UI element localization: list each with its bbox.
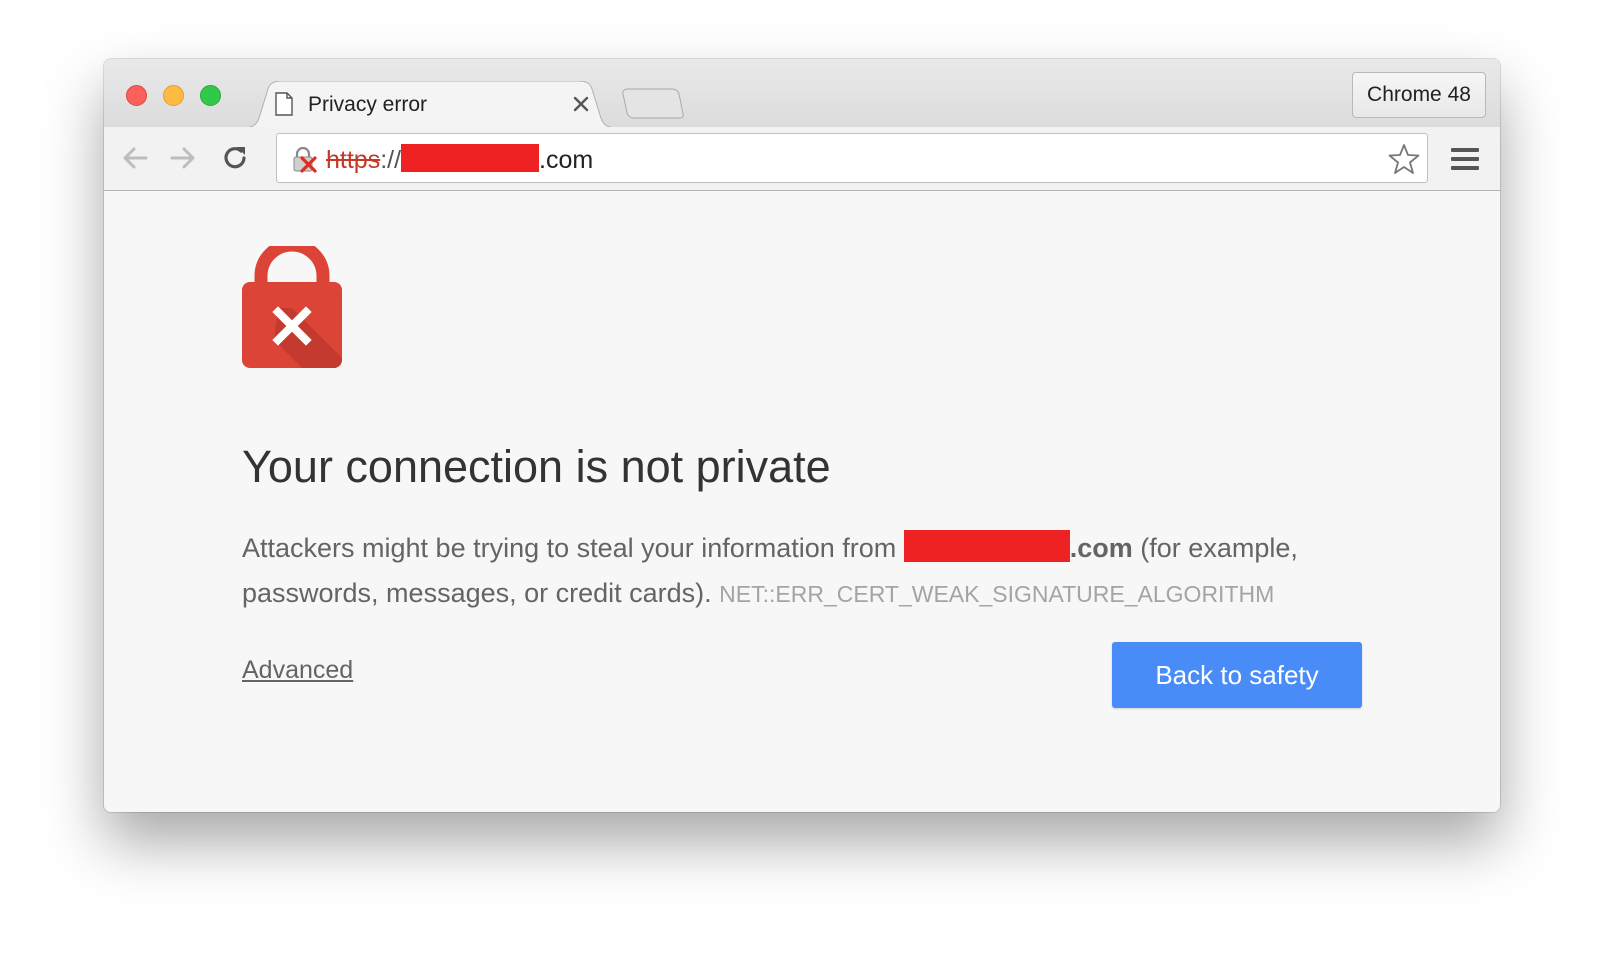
url-scheme: https	[326, 146, 381, 174]
window-minimize-button[interactable]	[163, 85, 184, 106]
url-domain-suffix: .com	[539, 146, 594, 174]
close-icon[interactable]	[570, 93, 592, 115]
menu-icon[interactable]	[1450, 145, 1480, 173]
tab-title: Privacy error	[308, 93, 428, 116]
tab-shape	[244, 81, 616, 129]
advanced-link[interactable]: Advanced	[242, 655, 353, 685]
profile-button[interactable]: Chrome 48	[1352, 72, 1486, 118]
forward-arrow-icon[interactable]	[166, 141, 200, 175]
warning-description: Attackers might be trying to steal your …	[242, 526, 1372, 617]
redacted-domain	[401, 144, 540, 172]
url-separator: ://	[380, 146, 402, 174]
new-tab-button[interactable]	[622, 88, 684, 119]
back-arrow-icon[interactable]	[118, 141, 152, 175]
browser-window: Privacy error Chrome 48 https:// .com Yo…	[104, 59, 1500, 812]
red-lock-icon	[242, 246, 342, 368]
toolbar: https:// .com	[104, 127, 1500, 191]
address-url: https:// .com	[326, 144, 593, 175]
window-close-button[interactable]	[126, 85, 147, 106]
tab-privacy-error[interactable]: Privacy error	[244, 81, 616, 129]
address-bar[interactable]: https:// .com	[276, 133, 1428, 183]
page-title: Your connection is not private	[242, 441, 831, 492]
reload-icon[interactable]	[218, 141, 252, 175]
redacted-domain-body	[903, 530, 1070, 562]
bookmark-star-icon[interactable]	[1387, 142, 1421, 176]
error-code: NET::ERR_CERT_WEAK_SIGNATURE_ALGORITHM	[719, 581, 1275, 607]
window-maximize-button[interactable]	[200, 85, 221, 106]
back-to-safety-button[interactable]: Back to safety	[1112, 642, 1362, 708]
tab-strip: Privacy error Chrome 48	[104, 59, 1500, 129]
not-secure-lock-icon[interactable]	[291, 146, 319, 174]
warning-text-prefix: Attackers might be trying to steal your …	[242, 533, 904, 563]
interstitial-page: Your connection is not private Attackers…	[104, 191, 1500, 812]
page-icon	[275, 92, 293, 116]
warning-domain-suffix: .com	[1069, 533, 1133, 563]
